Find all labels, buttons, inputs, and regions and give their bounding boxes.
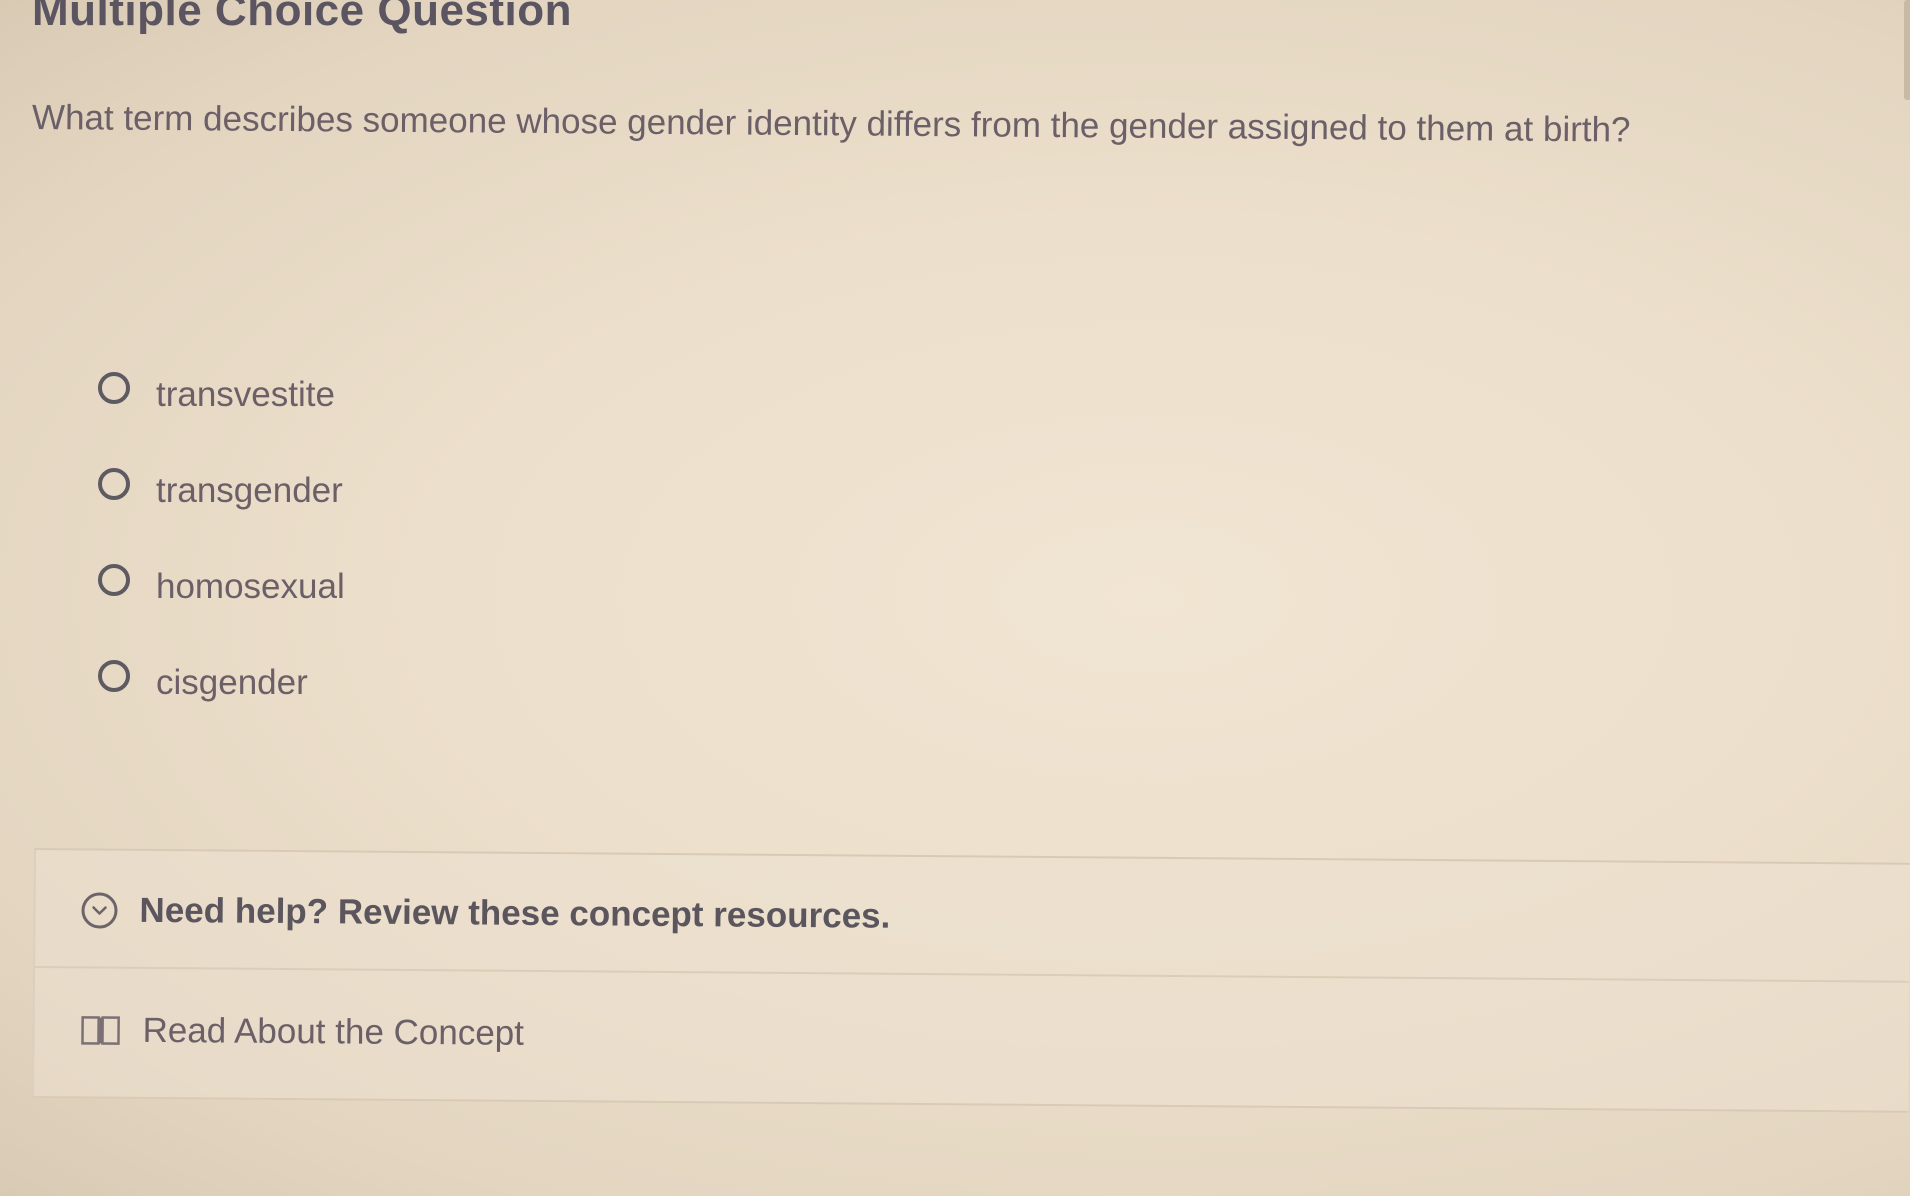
book-icon: [80, 1014, 120, 1046]
answer-options: transvestite transgender homosexual cisg…: [98, 340, 345, 724]
divider: [35, 966, 1910, 983]
page-title: Multiple Choice Question: [32, 0, 573, 35]
question-page: Multiple Choice Question What term descr…: [0, 0, 1910, 1196]
resource-label: Read About the Concept: [142, 1010, 525, 1053]
option-homosexual[interactable]: homosexual: [98, 532, 345, 628]
option-label: cisgender: [156, 663, 308, 702]
read-about-concept-link[interactable]: Read About the Concept: [80, 1010, 524, 1053]
option-label: transgender: [156, 471, 343, 510]
option-transgender[interactable]: transgender: [98, 436, 345, 532]
help-panel: Need help? Review these concept resource…: [32, 848, 1910, 1113]
radio-button[interactable]: [98, 468, 130, 500]
question-text: What term describes someone whose gender…: [31, 98, 1631, 150]
chevron-down-circle-icon: [81, 892, 118, 929]
option-label: transvestite: [156, 375, 335, 414]
help-toggle[interactable]: Need help? Review these concept resource…: [81, 890, 890, 936]
option-cisgender[interactable]: cisgender: [98, 628, 345, 724]
scrollbar[interactable]: [1904, 0, 1910, 100]
option-label: homosexual: [156, 567, 345, 606]
radio-button[interactable]: [98, 564, 130, 596]
radio-button[interactable]: [98, 372, 130, 404]
help-toggle-label: Need help? Review these concept resource…: [139, 890, 891, 936]
option-transvestite[interactable]: transvestite: [98, 340, 345, 436]
radio-button[interactable]: [98, 660, 130, 692]
